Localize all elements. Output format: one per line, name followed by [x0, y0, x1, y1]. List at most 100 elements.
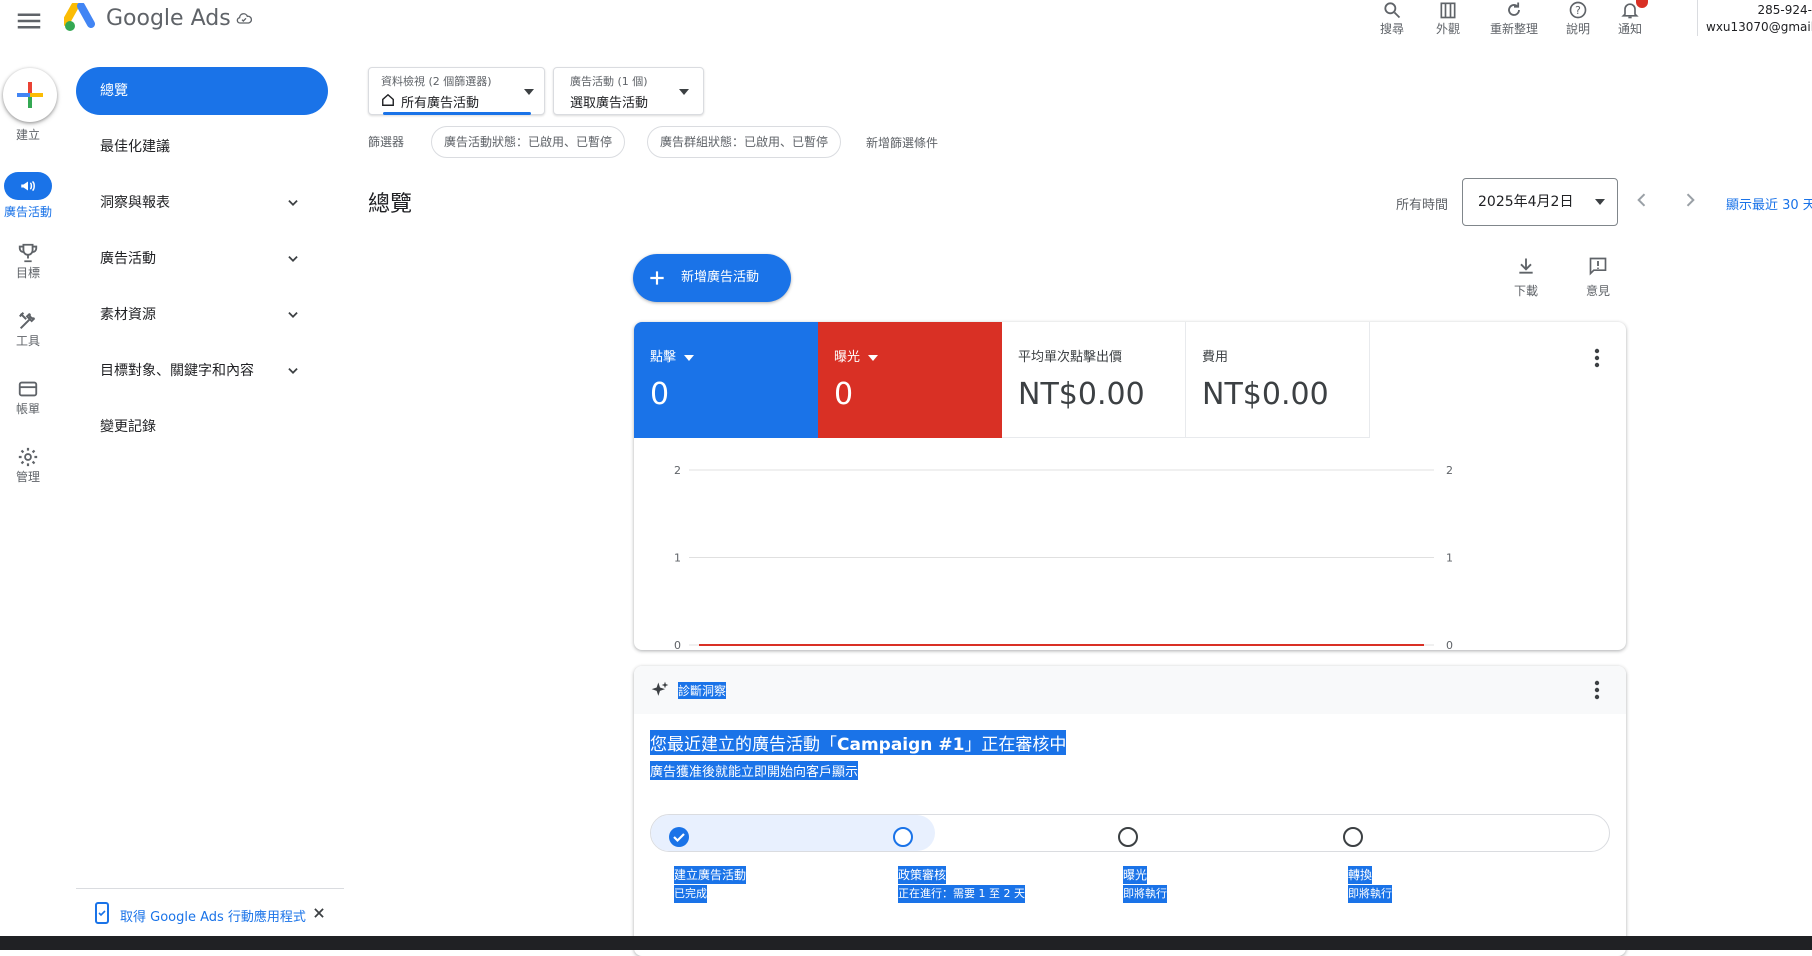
- sparkle-icon: [650, 680, 670, 700]
- step-title: 政策審核: [898, 866, 947, 884]
- tools-icon: [19, 312, 36, 330]
- nav-item-campaigns[interactable]: 廣告活動: [76, 235, 328, 283]
- nav-label: 最佳化建議: [100, 139, 170, 155]
- nav-item-change-history[interactable]: 變更記錄: [76, 403, 328, 451]
- caret-down-icon: [1595, 199, 1605, 205]
- filter-chip-adgroup-status[interactable]: 廣告群組狀態：已啟用、已暫停: [647, 126, 842, 158]
- rail-goals-label: 目標: [15, 266, 40, 280]
- step-create-campaign: 建立廣告活動 已完成: [674, 866, 747, 903]
- phone-icon: [94, 902, 110, 924]
- home-icon: [381, 93, 395, 107]
- add-filter-button[interactable]: 新增篩選條件: [866, 134, 938, 151]
- metric-impressions-label: 曝光: [834, 350, 861, 365]
- diagnostic-insights-card: 診斷洞察 您最近建立的廣告活動「Campaign #1」正在審核中 廣告獲准後就…: [634, 666, 1626, 956]
- data-view-selector[interactable]: 資料檢視 (2 個篩選器) 所有廣告活動: [368, 67, 545, 115]
- feedback-label: 意見: [1585, 284, 1610, 298]
- insights-message: 您最近建立的廣告活動「Campaign #1」正在審核中: [650, 730, 1067, 755]
- data-view-label: 資料檢視 (2 個篩選器): [381, 75, 492, 88]
- step-conversions: 轉換 即將執行: [1348, 866, 1392, 903]
- rail-campaigns-label: 廣告活動: [3, 205, 52, 219]
- all-time-label: 所有時間: [1396, 198, 1449, 213]
- date-range-picker[interactable]: 2025年4月2日: [1462, 178, 1618, 226]
- insights-title: 診斷洞察: [678, 682, 727, 699]
- svg-text:?: ?: [1575, 4, 1581, 17]
- y-tick-label-left: 0: [674, 639, 681, 650]
- nav-item-assets[interactable]: 素材資源: [76, 291, 328, 339]
- chevron-down-icon: [288, 312, 298, 318]
- feedback-icon: [1589, 257, 1607, 276]
- rail-item-billing[interactable]: 帳單: [0, 378, 56, 417]
- more-vert-icon[interactable]: [1594, 680, 1600, 700]
- megaphone-icon: [21, 180, 35, 192]
- os-taskbar: [0, 936, 1812, 950]
- feedback-button[interactable]: 意見: [1573, 256, 1623, 299]
- show-last-30-days-link[interactable]: 顯示最近 30 天: [1726, 194, 1812, 213]
- new-campaign-button[interactable]: 新增廣告活動: [633, 254, 791, 302]
- get-app-link[interactable]: 取得 Google Ads 行動應用程式: [120, 906, 306, 925]
- app-brand: Google Ads: [106, 6, 231, 31]
- search-tool[interactable]: 搜尋: [1362, 0, 1422, 37]
- appearance-icon: [1440, 2, 1456, 19]
- metric-avg-cpc-label: 平均單次點擊出價: [1018, 350, 1123, 365]
- rail-item-tools[interactable]: 工具: [0, 310, 56, 349]
- notifications-tool-label: 通知: [1617, 22, 1642, 36]
- chevron-right-icon[interactable]: [1680, 190, 1700, 210]
- step-status: 已完成: [674, 885, 707, 903]
- metric-clicks[interactable]: 點擊 0: [634, 322, 818, 438]
- caret-down-icon: [684, 354, 695, 361]
- metric-avg-cpc-value: NT$0.00: [1018, 377, 1145, 412]
- rail-item-admin[interactable]: 管理: [0, 446, 56, 485]
- close-icon[interactable]: [312, 906, 326, 920]
- y-tick-label-right: 0: [1446, 639, 1453, 650]
- step-status: 即將執行: [1348, 885, 1392, 903]
- top-bar: Google Ads 搜尋 外觀 重新整理 ? 說明 通知 285-924- w…: [0, 0, 1812, 44]
- campaign-selector-label: 廣告活動 (1 個): [570, 75, 648, 88]
- menu-icon[interactable]: [14, 6, 44, 36]
- y-tick-label-right: 2: [1446, 464, 1453, 477]
- filter-chip-campaign-status[interactable]: 廣告活動狀態：已啟用、已暫停: [431, 126, 626, 158]
- more-vert-icon[interactable]: [1594, 348, 1600, 368]
- step-circle-icon: [892, 826, 914, 848]
- metric-cost[interactable]: 費用 NT$0.00: [1186, 322, 1370, 438]
- nav-label: 素材資源: [100, 307, 156, 323]
- nav-item-overview[interactable]: 總覽: [76, 67, 328, 115]
- step-circle-icon: [1117, 826, 1139, 848]
- metric-avg-cpc[interactable]: 平均單次點擊出價 NT$0.00: [1002, 322, 1186, 438]
- step-title: 轉換: [1348, 866, 1373, 884]
- performance-chart: 001122上午12時下午11時: [674, 464, 1453, 650]
- notifications-tool[interactable]: 通知: [1600, 0, 1660, 37]
- nav-item-insights-reports[interactable]: 洞察與報表: [76, 179, 328, 227]
- insights-msg-pre: 您最近建立的廣告活動「: [650, 735, 837, 755]
- nav-label: 廣告活動: [100, 251, 156, 267]
- rail-item-goals[interactable]: 目標: [0, 242, 56, 281]
- chevron-down-icon: [288, 256, 298, 262]
- chevron-left-icon[interactable]: [1632, 190, 1652, 210]
- insights-header: 診斷洞察: [634, 666, 1626, 714]
- campaign-selector[interactable]: 廣告活動 (1 個) 選取廣告活動: [553, 67, 704, 115]
- create-button[interactable]: [3, 68, 57, 122]
- refresh-tool[interactable]: 重新整理: [1484, 0, 1544, 37]
- account-switcher[interactable]: 285-924- wxu13070@gmail.: [1700, 2, 1812, 36]
- appearance-tool-label: 外觀: [1435, 22, 1460, 36]
- rail-item-campaigns[interactable]: 廣告活動: [0, 172, 56, 220]
- download-icon: [1519, 258, 1533, 274]
- help-tool-label: 說明: [1565, 22, 1590, 36]
- check-circle-icon: [668, 826, 690, 848]
- y-tick-label-left: 1: [674, 552, 681, 565]
- plus-icon: [650, 271, 664, 285]
- metric-clicks-value: 0: [650, 377, 670, 412]
- metric-impressions[interactable]: 曝光 0: [818, 322, 1002, 438]
- appearance-tool[interactable]: 外觀: [1418, 0, 1478, 37]
- nav-item-audiences[interactable]: 目標對象、關鍵字和內容: [76, 347, 328, 395]
- y-tick-label-left: 2: [674, 464, 681, 477]
- search-icon: [1384, 2, 1401, 19]
- help-tool[interactable]: ? 說明: [1548, 0, 1608, 37]
- download-button[interactable]: 下載: [1501, 256, 1551, 299]
- metric-cost-value: NT$0.00: [1202, 377, 1329, 412]
- new-campaign-label: 新增廣告活動: [681, 270, 760, 285]
- get-app-banner: 取得 Google Ads 行動應用程式: [76, 888, 344, 938]
- metric-clicks-label: 點擊: [650, 350, 677, 365]
- step-circle-icon: [1342, 826, 1364, 848]
- nav-item-recommendations[interactable]: 最佳化建議: [76, 123, 328, 171]
- step-title: 曝光: [1123, 866, 1148, 884]
